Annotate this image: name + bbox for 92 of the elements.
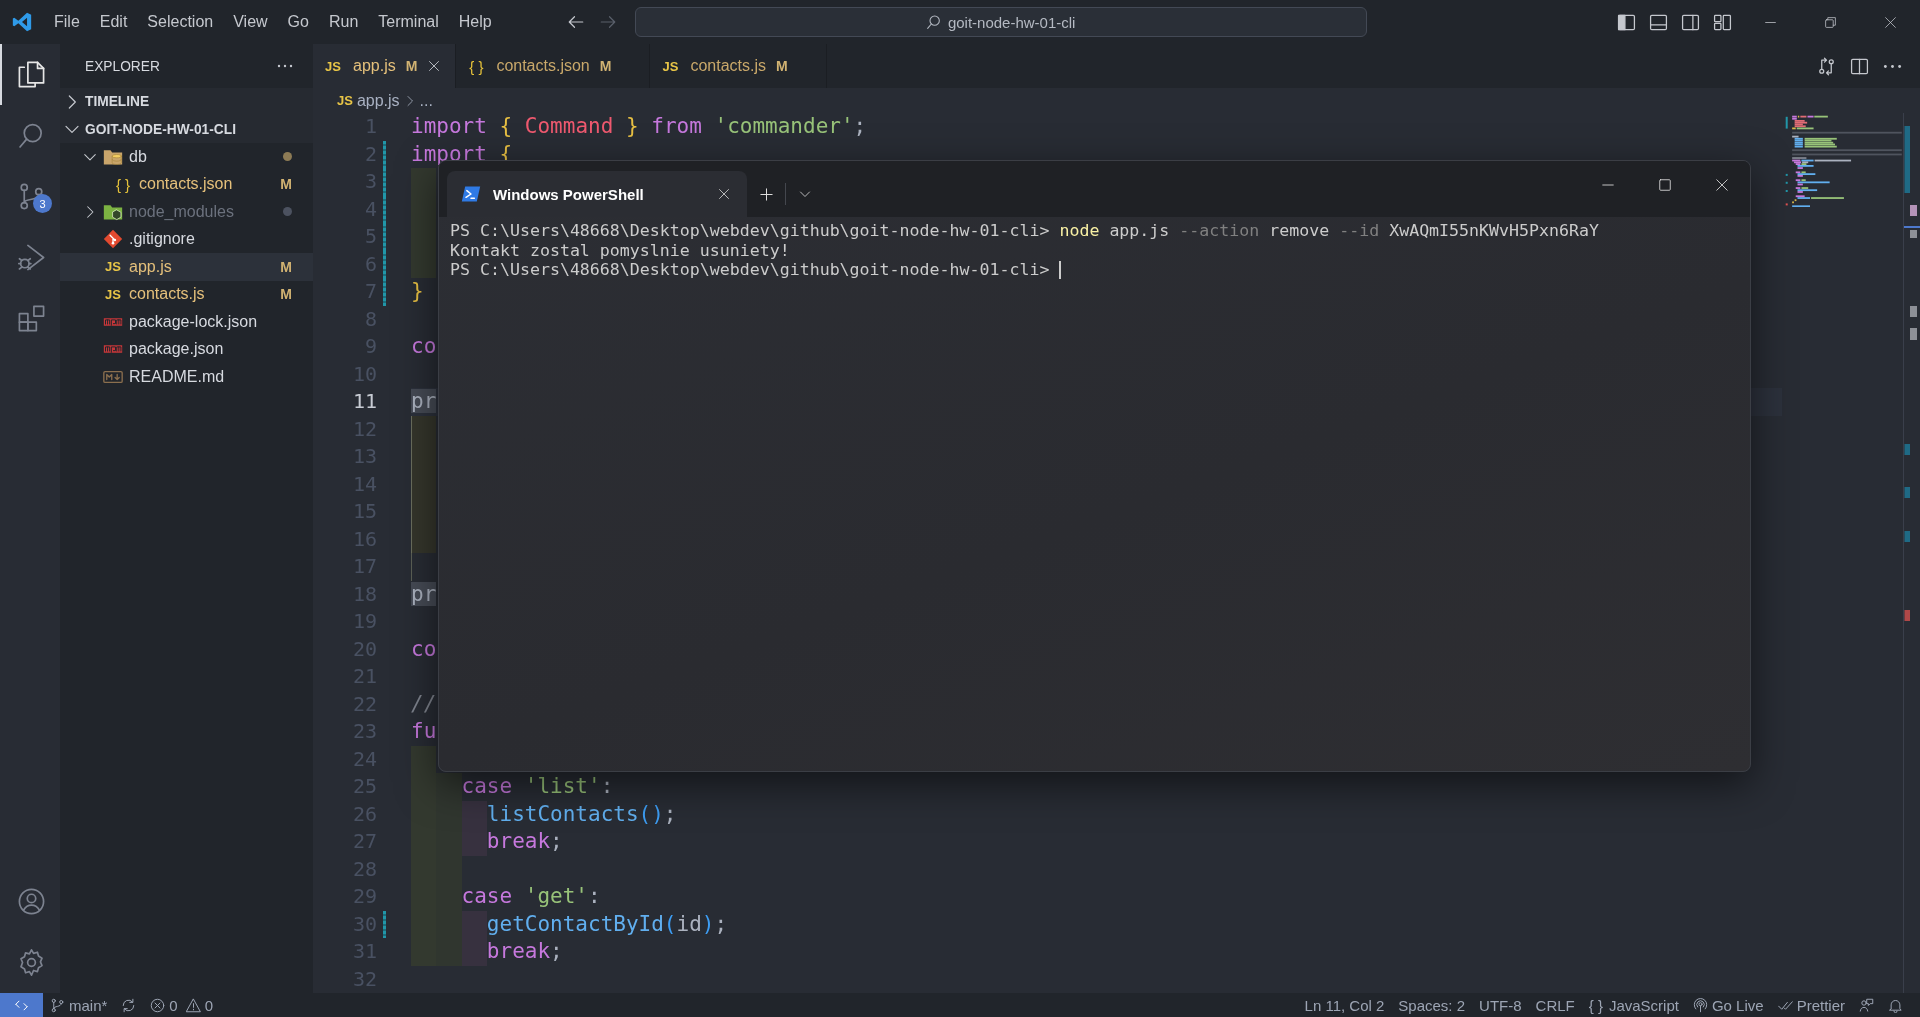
file-type-icon: JS [103,259,123,275]
activity-button[interactable]: 3 [0,166,60,227]
go-live-button[interactable]: Go Live [1685,993,1771,1017]
code-line: co [411,333,437,360]
broadcast-icon[interactable] [1692,997,1708,1013]
close-icon[interactable] [1883,15,1897,29]
feedback-icon[interactable] [1859,997,1874,1013]
breadcrumb-item[interactable]: ... [419,91,433,110]
file-type-icon: { } [113,175,133,193]
status-letter: M [280,176,292,193]
status-item[interactable]: Ln 11, Col 2 [1297,993,1392,1017]
status-letter: M [599,58,612,74]
arrow-left-icon[interactable] [566,13,585,31]
menu-item[interactable]: Terminal [368,7,449,37]
file-tree-item[interactable]: package-lock.json [60,308,313,336]
run-debug-icon[interactable] [16,243,46,272]
terminal-line: PS C:\Users\48668\Desktop\webdev\github\goit-node-hw-01-cli> [450,260,1051,280]
extensions-icon[interactable] [16,304,46,333]
language-button[interactable]: { } JavaScript [1581,993,1686,1017]
branch-button[interactable]: main* [43,993,115,1017]
status-letter: M [280,286,292,303]
file-type-icon: JS [337,93,353,108]
file-tree-item[interactable]: package.json [60,335,313,363]
file-tree-item[interactable]: README.md [60,363,313,391]
status-item[interactable]: CRLF [1528,993,1582,1017]
indent-guide [411,415,437,443]
terminal-tab[interactable]: Windows PowerShell [447,171,747,217]
code-line: } [411,278,424,305]
code-line: // [411,690,437,718]
error-icon[interactable] [150,997,166,1013]
code-line: break; [486,938,563,965]
bell-icon[interactable] [1888,997,1903,1013]
close-icon[interactable] [1714,178,1729,192]
file-type-icon: JS [323,58,343,74]
file-type-icon: { } [466,57,487,75]
status-letter: M [280,258,292,275]
file-tree-item[interactable]: db [60,143,313,171]
terminal-line: PS C:\Users\48668\Desktop\webdev\github\goit-node-hw-01-cli> node app.js --action remove --id XwAQmI55nKWvH5Pxn6RaY [450,221,1599,241]
restore-icon[interactable] [1823,15,1837,29]
code-line: case 'get': [461,883,601,910]
status-letter: M [776,58,788,74]
search-icon [925,14,942,30]
section-header[interactable]: GOIT-NODE-HW-01-CLI [60,115,313,143]
code-line: co [411,635,437,663]
terminal-line: Kontakt zostal pomyslnie usuniety! [450,240,790,261]
file-tree-item[interactable]: { } contacts.json M [60,170,313,198]
braces-icon: { } [1588,996,1603,1014]
files-icon[interactable] [16,60,46,89]
diamond-file-icon [103,229,123,250]
logo-icon [11,11,33,33]
status-item[interactable]: UTF-8 [1472,993,1529,1017]
file-tree-item[interactable]: JS contacts.js M [60,280,313,308]
status-letter: M [405,58,418,74]
file-tree-item[interactable]: JS app.js M [60,253,313,281]
count-badge: 3 [33,194,52,213]
code-line: break; [486,828,563,855]
file-tree-item[interactable]: .gitignore [60,225,313,253]
section-header[interactable]: TIMELINE [60,88,313,116]
code-line: listContacts(); [486,800,677,828]
editor-tab[interactable]: JS app.js M [313,44,457,88]
indent-guide [411,250,437,278]
file-type-icon: JS [103,286,123,302]
prompt-icon [461,184,481,204]
panel-title: EXPLORER [85,58,160,74]
plus-icon[interactable] [758,186,774,202]
account-icon[interactable] [16,887,46,916]
close-icon[interactable] [428,60,441,72]
problems-button[interactable]: 0 0 [143,993,221,1017]
warning-icon[interactable] [185,997,201,1013]
maximize-icon[interactable] [1657,178,1672,192]
menu-item[interactable]: File [44,7,90,37]
formatter-button[interactable]: Prettier [1770,993,1852,1017]
file-type-icon: JS [660,58,681,74]
code-line: case 'list': [461,773,614,800]
indent-guide [411,745,437,773]
code-line: import { Command } from 'commander'; [411,113,867,140]
status-item[interactable]: Spaces: 2 [1391,993,1473,1017]
close-icon[interactable] [718,188,730,200]
line-number: 11 [351,388,377,415]
menu-item[interactable]: View [223,7,278,37]
breadcrumb-item[interactable]: JS app.js [337,91,400,110]
menu-item[interactable]: Edit [89,7,138,37]
indent-guide [411,168,437,196]
code-line: getContactById(id); [486,910,728,938]
menu-item[interactable]: Go [277,7,319,37]
menu-item[interactable]: Run [318,7,369,37]
search-field[interactable]: goit-node-hw-01-cli [634,7,1367,37]
menu-item[interactable]: Selection [137,7,224,37]
menu-item[interactable]: Help [448,7,502,37]
code-line: fu [411,718,437,745]
branch-icon[interactable] [50,997,65,1013]
sync-icon[interactable] [121,997,137,1013]
